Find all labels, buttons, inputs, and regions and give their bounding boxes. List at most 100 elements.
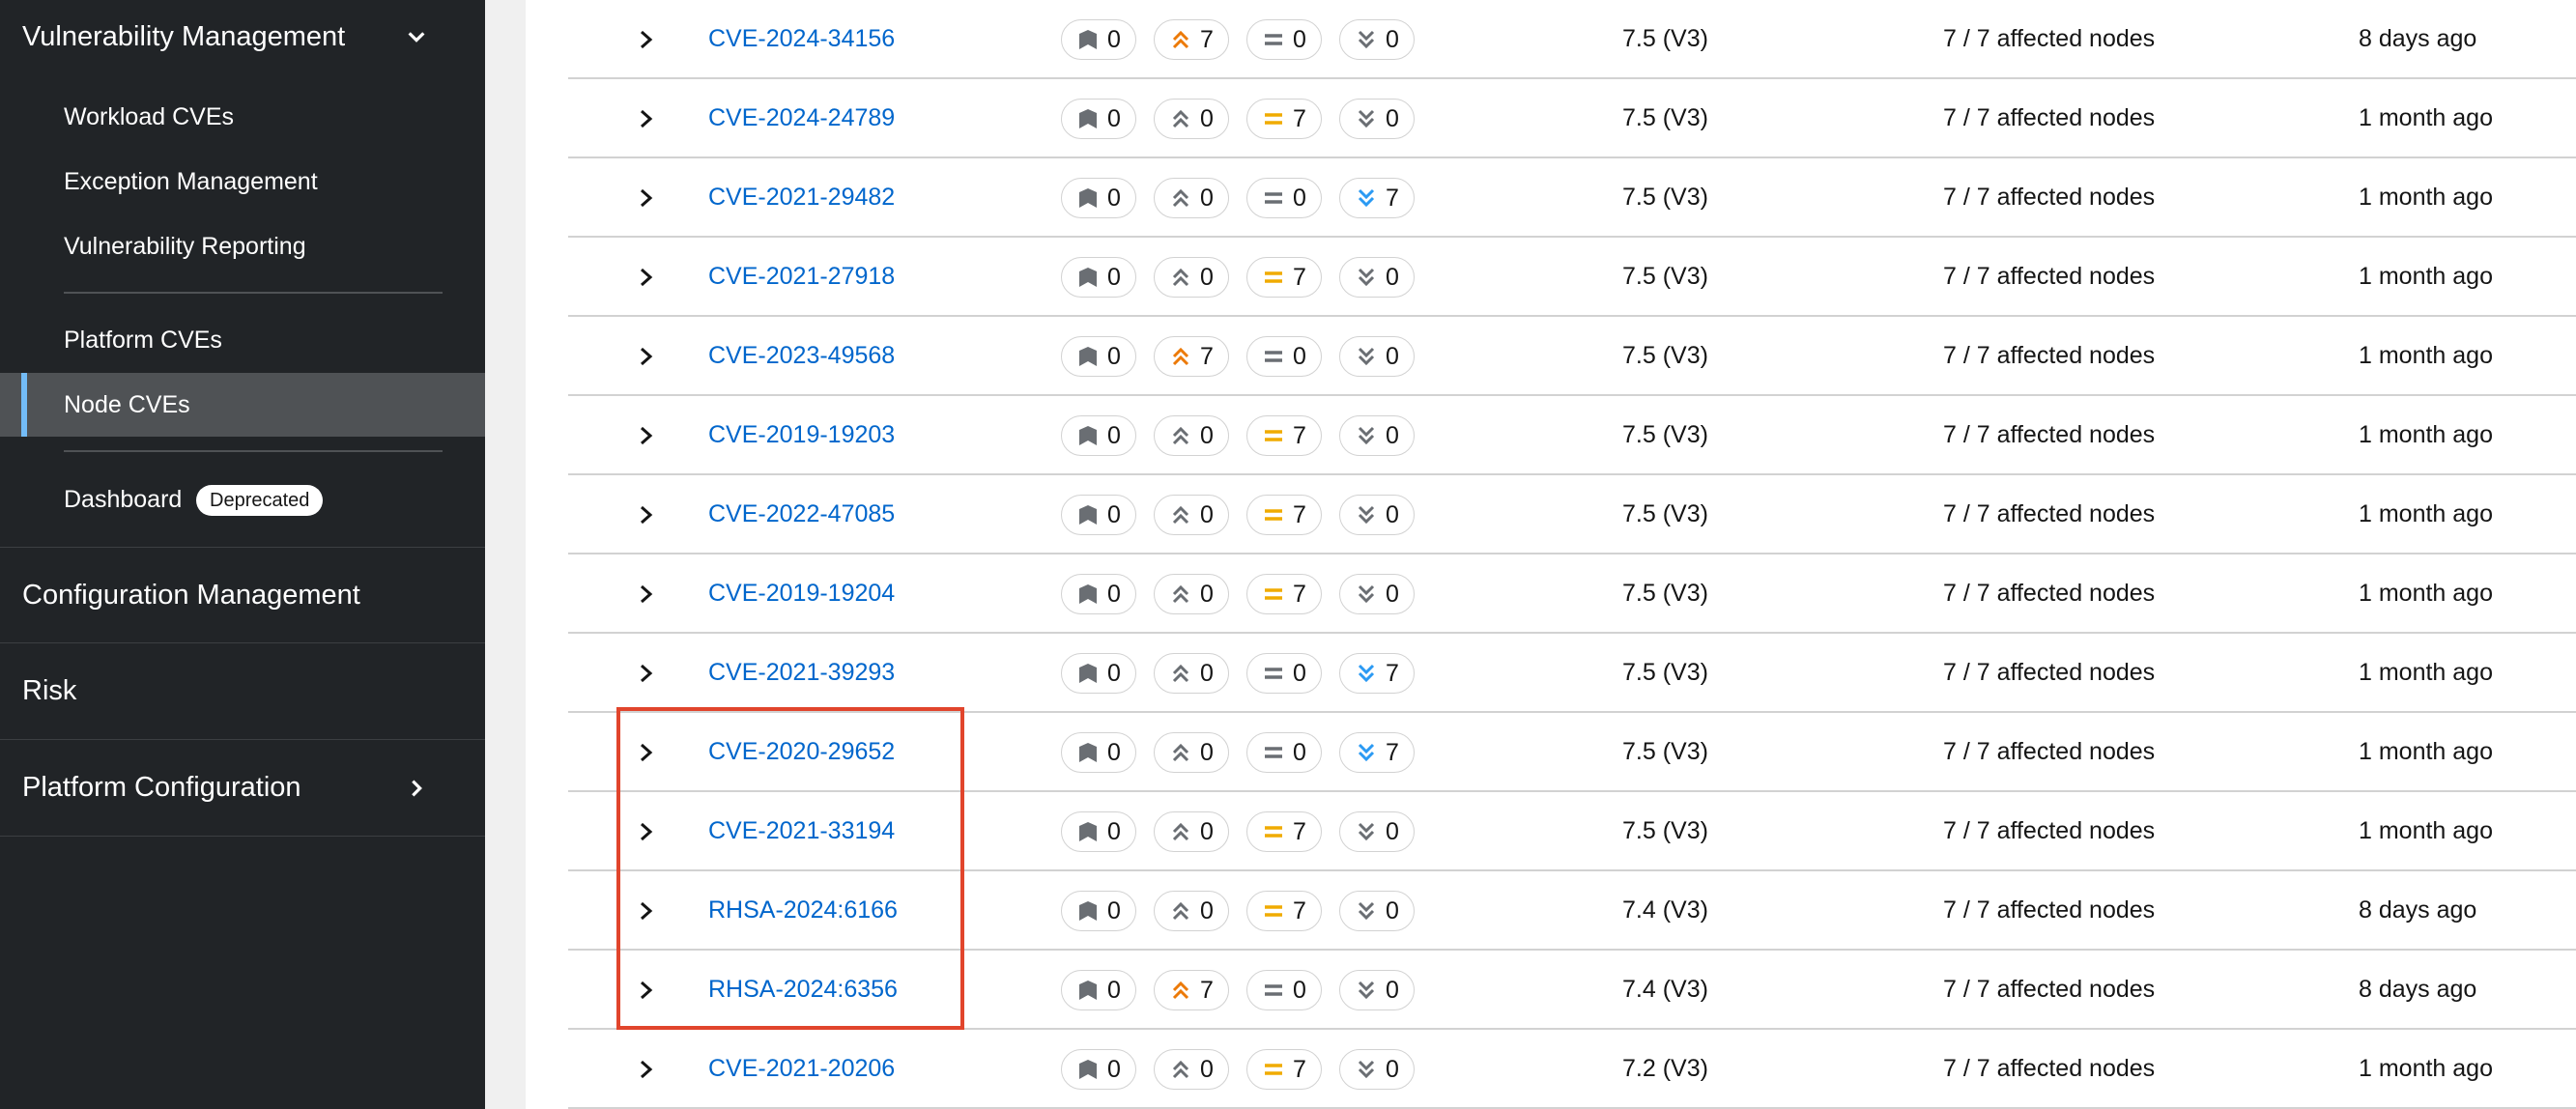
moderate-count: 7 [1293,817,1306,845]
low-severity-count: 7 [1339,178,1415,218]
low-count: 0 [1386,500,1399,528]
important-severity-count: 0 [1154,574,1229,614]
table-row: RHSA-2024:6166 0 0 7 0 7.4 (V3) 7 / 7 af… [568,871,2576,951]
low-severity-icon [1358,901,1375,921]
first-discovered: 1 month ago [2359,580,2493,607]
cve-link[interactable]: CVE-2020-29652 [708,713,895,790]
chevron-right-icon[interactable] [636,26,657,53]
cve-link[interactable]: CVE-2019-19203 [708,396,895,473]
low-severity-count: 7 [1339,732,1415,773]
low-count: 0 [1386,25,1399,53]
important-severity-count: 7 [1154,19,1229,60]
low-count: 0 [1386,896,1399,924]
cve-link[interactable]: CVE-2019-19204 [708,554,895,632]
nav-section-configuration-management[interactable]: Configuration Management [0,547,485,643]
sidebar-item-platform-cves[interactable]: Platform CVEs [0,308,485,372]
critical-count: 0 [1107,1055,1121,1083]
chevron-right-icon[interactable] [636,818,657,845]
low-severity-icon [1358,109,1375,128]
critical-count: 0 [1107,580,1121,608]
sidebar-item-exception-management[interactable]: Exception Management [0,150,485,213]
sidebar-item-label: Exception Management [64,167,318,195]
important-severity-count: 0 [1154,178,1229,218]
chevron-right-icon[interactable] [636,185,657,212]
cve-link[interactable]: CVE-2021-20206 [708,1030,895,1107]
low-count: 0 [1386,421,1399,449]
chevron-right-icon[interactable] [636,343,657,370]
critical-count: 0 [1107,976,1121,1004]
important-severity-icon [1172,822,1189,841]
sidebar-item-dashboard[interactable]: Dashboard Deprecated [0,468,485,531]
moderate-severity-count: 7 [1246,891,1322,931]
cve-link[interactable]: CVE-2024-24789 [708,79,895,156]
critical-count: 0 [1107,896,1121,924]
sidebar-item-vulnerability-reporting[interactable]: Vulnerability Reporting [0,214,485,278]
chevron-right-icon[interactable] [636,1056,657,1083]
affected-nodes: 7 / 7 affected nodes [1943,659,2156,686]
moderate-severity-icon [1265,113,1283,125]
low-count: 0 [1386,976,1399,1004]
cve-link[interactable]: CVE-2021-27918 [708,238,895,315]
moderate-count: 7 [1293,104,1306,132]
moderate-severity-count: 7 [1246,495,1322,535]
moderate-severity-count: 0 [1246,970,1322,1010]
moderate-severity-count: 7 [1246,1049,1322,1090]
critical-count: 0 [1107,817,1121,845]
chevron-right-icon[interactable] [636,897,657,924]
moderate-severity-icon [1265,192,1283,204]
moderate-count: 7 [1293,580,1306,608]
sidebar-item-node-cves[interactable]: Node CVEs [0,373,485,437]
chevron-right-icon[interactable] [636,739,657,766]
moderate-severity-icon [1265,1064,1283,1075]
chevron-right-icon [412,780,422,796]
affected-nodes: 7 / 7 affected nodes [1943,738,2156,765]
chevron-right-icon[interactable] [636,660,657,687]
affected-nodes: 7 / 7 affected nodes [1943,580,2156,607]
active-indicator [21,373,27,437]
important-severity-icon [1172,505,1189,525]
nav-section-risk[interactable]: Risk [0,643,485,740]
important-severity-count: 0 [1154,99,1229,139]
cve-link[interactable]: CVE-2021-39293 [708,634,895,711]
cvss-score: 7.5 (V3) [1622,342,1708,369]
low-severity-count: 0 [1339,99,1415,139]
chevron-right-icon[interactable] [636,977,657,1004]
first-discovered: 8 days ago [2359,25,2477,52]
critical-count: 0 [1107,500,1121,528]
first-discovered: 1 month ago [2359,500,2493,527]
chevron-right-icon[interactable] [636,501,657,528]
critical-severity-count: 0 [1061,1049,1136,1090]
sidebar-item-workload-cves[interactable]: Workload CVEs [0,85,485,149]
table-row: CVE-2021-27918 0 0 7 0 7.5 (V3) 7 / 7 af… [568,238,2576,317]
chevron-right-icon[interactable] [636,422,657,449]
first-discovered: 1 month ago [2359,1055,2493,1082]
critical-severity-icon [1079,743,1098,762]
cve-link[interactable]: CVE-2022-47085 [708,475,895,553]
cve-link[interactable]: CVE-2021-29482 [708,158,895,236]
moderate-count: 0 [1293,342,1306,370]
low-severity-icon [1358,1060,1375,1079]
important-count: 0 [1200,421,1214,449]
cve-link[interactable]: RHSA-2024:6356 [708,951,898,1028]
affected-nodes: 7 / 7 affected nodes [1943,817,2156,844]
cve-link[interactable]: RHSA-2024:6166 [708,871,898,949]
cvss-score: 7.5 (V3) [1622,738,1708,765]
cve-link[interactable]: CVE-2024-34156 [708,0,895,77]
nav-section-platform-configuration[interactable]: Platform Configuration [0,740,485,837]
nav-section-vulnerability-management[interactable]: Vulnerability Management [0,0,485,85]
moderate-severity-count: 7 [1246,257,1322,298]
table-row: RHSA-2024:6356 0 7 0 0 7.4 (V3) 7 / 7 af… [568,951,2576,1030]
chevron-right-icon[interactable] [636,264,657,291]
chevron-right-icon[interactable] [636,581,657,608]
critical-severity-icon [1079,981,1098,1000]
table-row: CVE-2021-20206 0 0 7 0 7.2 (V3) 7 / 7 af… [568,1030,2576,1109]
critical-count: 0 [1107,738,1121,766]
cve-link[interactable]: CVE-2023-49568 [708,317,895,394]
low-count: 0 [1386,342,1399,370]
important-count: 0 [1200,896,1214,924]
moderate-severity-count: 0 [1246,336,1322,377]
critical-severity-count: 0 [1061,891,1136,931]
chevron-right-icon[interactable] [636,105,657,132]
cve-link[interactable]: CVE-2021-33194 [708,792,895,869]
moderate-count: 0 [1293,184,1306,212]
